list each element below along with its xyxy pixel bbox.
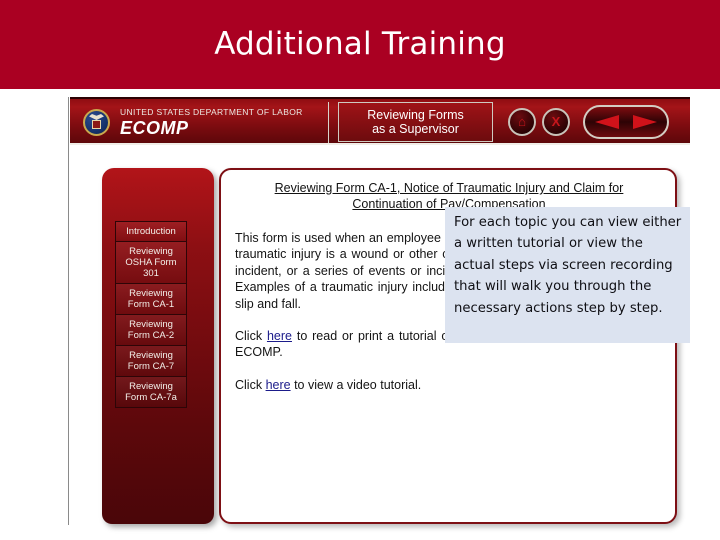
shield-icon	[92, 120, 101, 129]
sidebar-item-introduction[interactable]: Introduction	[115, 221, 187, 241]
sidebar-item-ca-7a[interactable]: Reviewing Form CA-7a	[115, 376, 187, 408]
header-divider	[328, 102, 329, 143]
video-link-paragraph: Click here to view a video tutorial.	[235, 377, 665, 393]
annotation-callout: For each topic you can view either a wri…	[445, 207, 690, 343]
forward-arrow-icon[interactable]	[633, 115, 657, 129]
content-heading-line1: Reviewing Form CA-1, Notice of Traumatic…	[274, 181, 624, 195]
nav-arrows-control[interactable]	[583, 105, 669, 139]
sidebar-item-ca-7[interactable]: Reviewing Form CA-7	[115, 345, 187, 376]
sidebar-item-osha-301[interactable]: Reviewing OSHA Form 301	[115, 241, 187, 283]
video-link-post: to view a video tutorial.	[290, 377, 422, 392]
video-link-pre: Click	[235, 377, 266, 392]
tutorial-link-pre: Click	[235, 329, 267, 344]
brand-block: UNITED STATES DEPARTMENT OF LABOR ECOMP	[120, 107, 303, 139]
app-header: UNITED STATES DEPARTMENT OF LABOR ECOMP …	[70, 97, 690, 145]
app-subtitle: Reviewing Forms as a Supervisor	[338, 102, 493, 142]
slide-title-band: Additional Training	[0, 0, 720, 89]
sidebar-item-ca-1[interactable]: Reviewing Form CA-1	[115, 283, 187, 314]
view-video-link[interactable]: here	[266, 378, 291, 392]
sidebar-menu-list: Introduction Reviewing OSHA Form 301 Rev…	[115, 221, 187, 408]
page-title: Additional Training	[214, 26, 506, 62]
home-icon[interactable]: ⌂	[508, 108, 536, 136]
back-arrow-icon[interactable]	[595, 115, 619, 129]
sidebar-item-ca-2[interactable]: Reviewing Form CA-2	[115, 314, 187, 345]
agency-name: UNITED STATES DEPARTMENT OF LABOR	[120, 107, 303, 117]
sidebar-menu-panel: Introduction Reviewing OSHA Form 301 Rev…	[102, 168, 214, 524]
app-subtitle-line1: Reviewing Forms	[367, 108, 464, 122]
app-subtitle-line2: as a Supervisor	[372, 122, 459, 136]
brand-name: ECOMP	[120, 118, 189, 138]
dol-seal-icon	[83, 109, 110, 136]
close-icon[interactable]: X	[542, 108, 570, 136]
read-tutorial-link[interactable]: here	[267, 329, 292, 343]
